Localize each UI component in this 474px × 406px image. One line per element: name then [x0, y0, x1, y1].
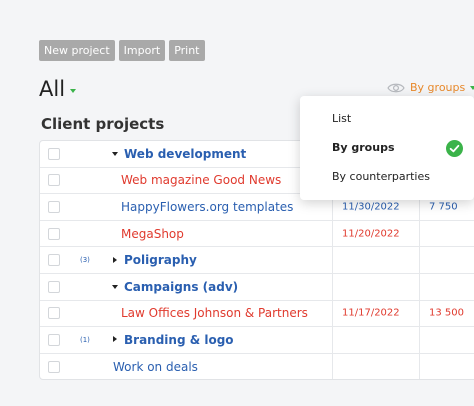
group-name[interactable]: Campaigns (adv) [124, 280, 238, 294]
project-name[interactable]: Web magazine Good News [121, 173, 281, 187]
group-name[interactable]: Branding & logo [124, 333, 234, 347]
import-button[interactable]: Import [118, 40, 166, 61]
group-count: (1) [80, 335, 90, 344]
group-name[interactable]: Web development [124, 147, 246, 161]
row-checkbox[interactable] [48, 227, 60, 240]
table-row[interactable]: MegaShop 11/20/2022 [40, 221, 474, 248]
group-row[interactable]: (1) Branding & logo [40, 327, 474, 354]
expand-caret-icon[interactable] [112, 151, 118, 156]
view-menu: List By groups By counterparties [300, 96, 474, 200]
group-row[interactable]: Campaigns (adv) [40, 274, 474, 301]
project-name[interactable]: HappyFlowers.org templates [121, 200, 293, 214]
menu-item-list[interactable]: List [332, 112, 351, 125]
caret-down-icon [70, 89, 77, 93]
row-checkbox[interactable] [48, 254, 60, 267]
chevron-down-icon [470, 85, 474, 90]
row-checkbox[interactable] [48, 280, 60, 293]
project-date: 11/30/2022 [342, 201, 400, 213]
menu-item-by-groups[interactable]: By groups [332, 141, 395, 154]
view-selector[interactable]: By groups [387, 81, 474, 94]
print-button[interactable]: Print [169, 40, 205, 61]
row-checkbox[interactable] [48, 360, 60, 373]
check-circle-icon [446, 140, 463, 157]
new-project-button[interactable]: New project [39, 40, 115, 61]
group-name[interactable]: Poligraphy [124, 253, 197, 267]
project-name[interactable]: Law Offices Johnson & Partners [121, 306, 308, 320]
menu-item-by-counterparties[interactable]: By counterparties [332, 170, 430, 183]
project-date: 11/17/2022 [342, 307, 400, 319]
group-count: (3) [80, 256, 90, 265]
toolbar: New project Import Print [39, 40, 205, 61]
project-amount: 7 750 [429, 201, 458, 213]
row-checkbox[interactable] [48, 307, 60, 320]
group-row[interactable]: (3) Poligraphy [40, 247, 474, 274]
row-checkbox[interactable] [48, 174, 60, 187]
section-title: Client projects [41, 115, 165, 133]
project-date: 11/20/2022 [342, 228, 400, 240]
table-row[interactable]: Work on deals [40, 354, 474, 379]
project-name[interactable]: MegaShop [121, 227, 184, 241]
collapse-caret-icon[interactable] [113, 256, 117, 263]
row-checkbox[interactable] [48, 147, 60, 160]
filter-dropdown[interactable]: All [39, 77, 77, 101]
collapse-caret-icon[interactable] [113, 336, 117, 343]
row-checkbox[interactable] [48, 333, 60, 346]
expand-caret-icon[interactable] [112, 284, 118, 289]
project-amount: 13 500 [429, 307, 464, 319]
filter-title: All [39, 77, 66, 101]
eye-icon [387, 83, 405, 92]
row-checkbox[interactable] [48, 200, 60, 213]
project-name[interactable]: Work on deals [113, 360, 198, 374]
view-selector-label: By groups [410, 81, 466, 94]
table-row[interactable]: Law Offices Johnson & Partners 11/17/2022… [40, 301, 474, 328]
